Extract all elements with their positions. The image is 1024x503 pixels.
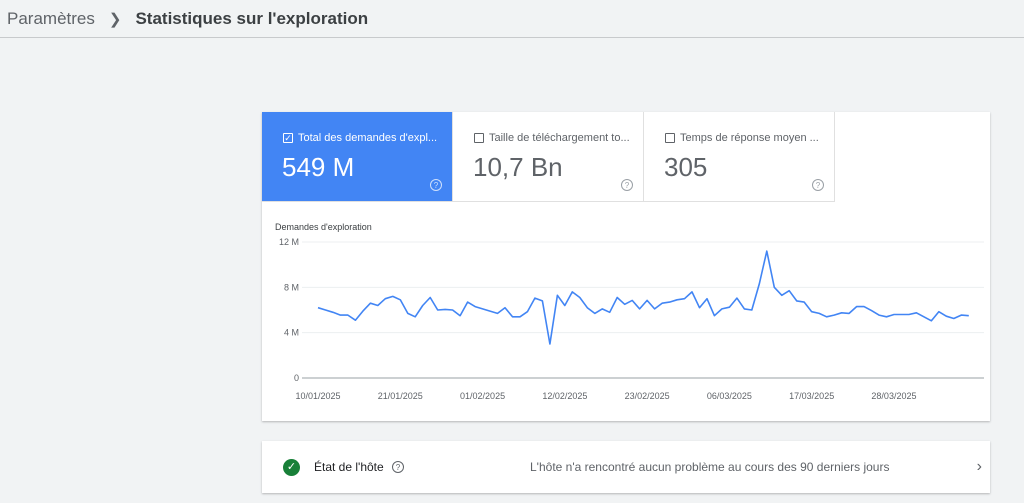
crawl-stats-card: ✓ Total des demandes d'expl... 549 M ? Ta… <box>262 112 990 421</box>
x-tick-label: 28/03/2025 <box>871 391 916 401</box>
series-line <box>317 250 969 345</box>
y-tick-label: 12 M <box>279 237 299 247</box>
y-tick-label: 8 M <box>284 282 299 292</box>
x-tick-label: 10/01/2025 <box>295 391 340 401</box>
x-tick-label: 17/03/2025 <box>789 391 834 401</box>
host-status-message: L'hôte n'a rencontré aucun problème au c… <box>530 460 890 474</box>
x-tick-label: 01/02/2025 <box>460 391 505 401</box>
y-tick-label: 4 M <box>284 328 299 338</box>
x-tick-label: 21/01/2025 <box>378 391 423 401</box>
x-tick-label: 12/02/2025 <box>542 391 587 401</box>
x-tick-label: 06/03/2025 <box>707 391 752 401</box>
y-tick-label: 0 <box>294 373 299 383</box>
page-title: Statistiques sur l'exploration <box>135 8 369 28</box>
x-tick-label: 23/02/2025 <box>625 391 670 401</box>
host-status-row[interactable]: ✓ État de l'hôte ? L'hôte n'a rencontré … <box>262 441 990 493</box>
help-icon[interactable]: ? <box>392 461 404 473</box>
check-circle-icon: ✓ <box>283 458 300 476</box>
chevron-right-icon[interactable]: › <box>977 458 982 476</box>
line-chart: 0 4 M 8 M 12 M 10/01/2025 21/01/2025 01/02/202… <box>279 237 984 401</box>
breadcrumb: Paramètres ❯ Statistiques sur l'explorat… <box>0 0 1024 38</box>
chevron-right-icon: ❯ <box>108 10 122 28</box>
breadcrumb-parent[interactable]: Paramètres <box>7 9 95 29</box>
host-status-label: État de l'hôte <box>314 460 384 474</box>
